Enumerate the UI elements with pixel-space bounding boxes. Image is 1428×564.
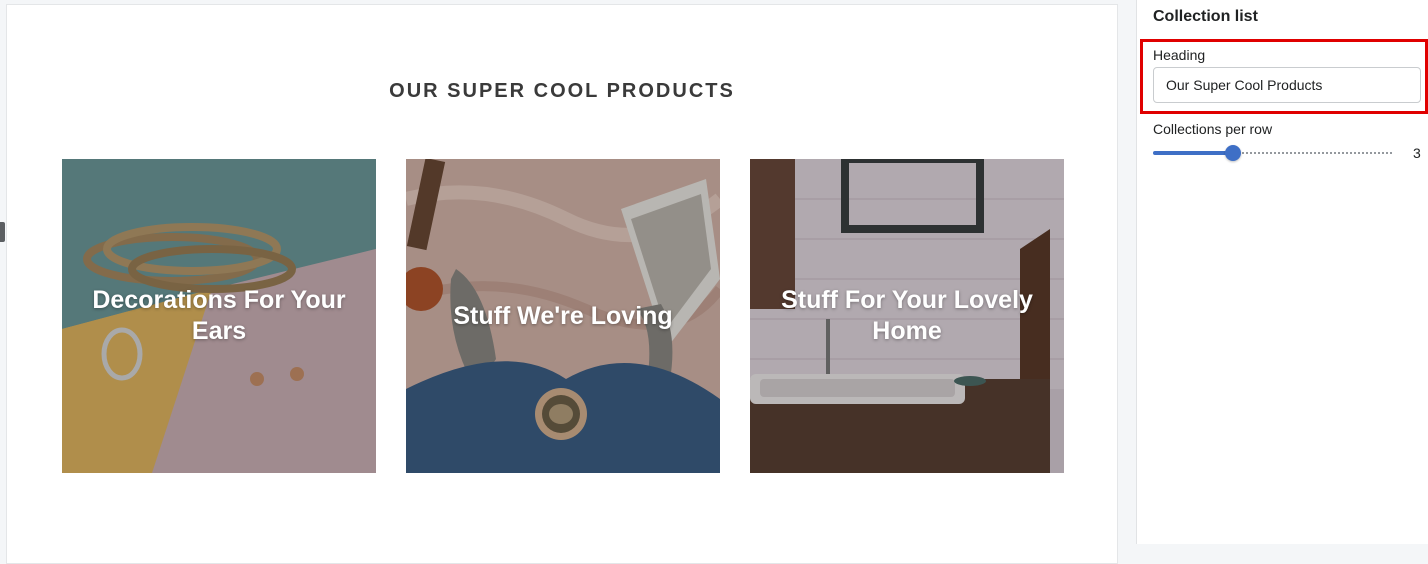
heading-label: Heading xyxy=(1153,47,1206,63)
panel-title: Collection list xyxy=(1153,8,1258,25)
slider-thumb[interactable] xyxy=(1225,145,1241,161)
collections-per-row-value: 3 xyxy=(1413,145,1421,161)
theme-preview-area: OUR SUPER COOL PRODUCTS Decorations For … xyxy=(0,0,1136,564)
resize-handle[interactable] xyxy=(0,222,5,242)
collection-list-heading: OUR SUPER COOL PRODUCTS xyxy=(389,80,735,102)
collection-title: Stuff For Your Lovely Home xyxy=(781,286,1033,345)
collections-per-row-label: Collections per row xyxy=(1153,121,1273,137)
collection-card-loving[interactable]: Stuff We're Loving xyxy=(406,159,720,473)
heading-input[interactable] xyxy=(1153,67,1421,103)
section-settings-panel: Collection list Heading Collections per … xyxy=(1136,0,1428,544)
collection-card-home[interactable]: Stuff For Your Lovely Home xyxy=(750,159,1064,473)
collection-card-ears[interactable]: Decorations For Your Ears xyxy=(62,159,376,473)
collection-title: Stuff We're Loving xyxy=(453,301,673,330)
collection-title: Decorations For Your Ears xyxy=(92,286,346,345)
slider-fill xyxy=(1153,151,1233,155)
